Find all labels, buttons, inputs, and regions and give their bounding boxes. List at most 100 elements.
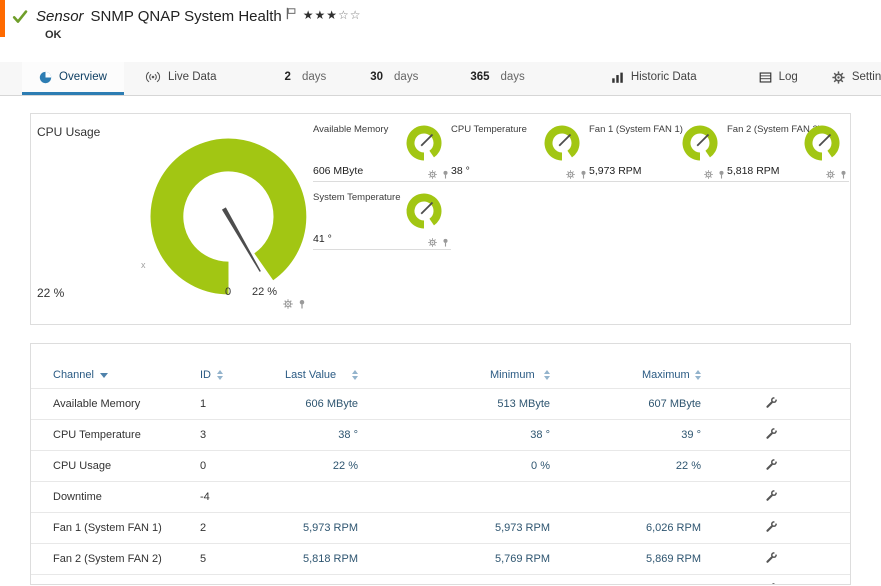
minimum-value bbox=[490, 481, 550, 513]
channels-panel: Channel ID Last Value Minimum Maximum Av… bbox=[30, 343, 851, 585]
channel-name[interactable]: Downtime bbox=[53, 481, 200, 513]
minimum-value: 41 ° bbox=[490, 574, 550, 584]
mini-gauge-title: CPU Temperature bbox=[451, 124, 527, 135]
bar-chart-icon bbox=[611, 71, 624, 84]
channel-settings-wrench-icon[interactable] bbox=[765, 458, 778, 471]
tab-historic-data-label: Historic Data bbox=[630, 71, 697, 83]
table-row: Fan 2 (System FAN 2) 5 5,818 RPM 5,769 R… bbox=[31, 543, 850, 575]
tab-overview[interactable]: Overview bbox=[22, 62, 124, 95]
mini-gauge-cpu-temperature: CPU Temperature 38 ° bbox=[451, 122, 589, 182]
column-header-maximum[interactable]: Maximum bbox=[642, 362, 701, 389]
column-header-channel[interactable]: Channel bbox=[53, 362, 200, 389]
gauge-settings-gear-icon[interactable] bbox=[428, 170, 437, 179]
overview-icon bbox=[39, 71, 52, 84]
stars-filled[interactable]: ★★★ bbox=[303, 8, 338, 22]
sort-toggle-icon bbox=[217, 370, 223, 380]
channel-name[interactable]: CPU Temperature bbox=[53, 419, 200, 451]
flag-icon bbox=[285, 7, 297, 20]
maximum-value: 6,026 RPM bbox=[642, 512, 701, 544]
spacer bbox=[31, 481, 53, 513]
tab-30-days[interactable]: 30 days bbox=[353, 62, 435, 95]
maximum-value: 39 ° bbox=[642, 419, 701, 451]
spacer bbox=[358, 574, 490, 584]
mini-gauge-controls bbox=[566, 170, 588, 179]
gauge-pin-icon[interactable] bbox=[441, 170, 450, 179]
priority-stars[interactable]: ★★★☆☆ bbox=[303, 8, 362, 22]
gauge-settings-gear-icon[interactable] bbox=[428, 238, 437, 247]
channel-settings-wrench-icon[interactable] bbox=[765, 396, 778, 409]
channel-name[interactable]: CPU Usage bbox=[53, 450, 200, 482]
column-header-last-value-label: Last Value bbox=[285, 369, 337, 381]
mini-gauge-controls bbox=[428, 238, 450, 247]
spacer bbox=[550, 362, 642, 389]
mini-gauge-value: 5,818 RPM bbox=[727, 165, 780, 177]
channel-settings-wrench-icon[interactable] bbox=[765, 489, 778, 502]
channel-id: 4 bbox=[200, 574, 285, 584]
spacer bbox=[358, 419, 490, 451]
channel-id: 0 bbox=[200, 450, 285, 482]
table-header-row: Channel ID Last Value Minimum Maximum bbox=[31, 362, 850, 389]
sort-toggle-icon bbox=[695, 370, 701, 380]
mini-gauge-system-temperature: System Temperature 41 ° bbox=[313, 190, 451, 250]
channel-name[interactable]: Available Memory bbox=[53, 388, 200, 420]
maximum-value bbox=[642, 481, 701, 513]
column-header-id[interactable]: ID bbox=[200, 362, 285, 389]
log-icon bbox=[759, 71, 772, 84]
tab-365-days[interactable]: 365 days bbox=[453, 62, 541, 95]
cpu-usage-gauge bbox=[150, 138, 307, 295]
table-row: System Temperature 4 41 ° 41 ° 41 ° bbox=[31, 574, 850, 585]
channel-name[interactable]: System Temperature bbox=[53, 574, 200, 584]
minimum-value: 38 ° bbox=[490, 419, 550, 451]
object-kind-label: Sensor bbox=[36, 8, 84, 25]
channel-id: 1 bbox=[200, 388, 285, 420]
column-header-last-value[interactable]: Last Value bbox=[285, 362, 358, 389]
mini-gauge-available-memory: Available Memory 606 MByte bbox=[313, 122, 451, 182]
table-row: Downtime -4 bbox=[31, 481, 850, 513]
channel-name[interactable]: Fan 1 (System FAN 1) bbox=[53, 512, 200, 544]
tab-30-days-unit: days bbox=[394, 71, 419, 83]
tab-2-days[interactable]: 2 days bbox=[268, 62, 344, 95]
column-header-minimum[interactable]: Minimum bbox=[490, 362, 550, 389]
channel-settings-wrench-icon[interactable] bbox=[765, 427, 778, 440]
minimum-value: 5,769 RPM bbox=[490, 543, 550, 575]
gauges-panel: CPU Usage x 22 % 0 22 % Available Memory… bbox=[30, 113, 851, 325]
channel-settings-wrench-icon[interactable] bbox=[765, 551, 778, 564]
column-header-channel-label: Channel bbox=[53, 369, 94, 381]
spacer bbox=[358, 388, 490, 420]
channel-settings-wrench-icon[interactable] bbox=[765, 520, 778, 533]
gauge-settings-gear-icon[interactable] bbox=[283, 299, 293, 309]
gauge-settings-gear-icon[interactable] bbox=[566, 170, 575, 179]
maximum-value: 607 MByte bbox=[642, 388, 701, 420]
gauge-pin-icon[interactable] bbox=[441, 238, 450, 247]
live-data-icon bbox=[145, 71, 161, 83]
gauge-pin-icon[interactable] bbox=[297, 299, 307, 309]
gauge-settings-gear-icon[interactable] bbox=[826, 170, 835, 179]
gauge-settings-gear-icon[interactable] bbox=[704, 170, 713, 179]
tab-live-data[interactable]: Live Data bbox=[128, 62, 234, 95]
channels-table: Channel ID Last Value Minimum Maximum Av… bbox=[31, 362, 850, 585]
gauge-pin-icon[interactable] bbox=[717, 170, 726, 179]
spacer bbox=[358, 512, 490, 544]
tab-settings[interactable]: Settings bbox=[815, 62, 881, 95]
main-gauge-title: CPU Usage bbox=[37, 125, 101, 139]
tab-settings-label: Settings bbox=[851, 71, 881, 83]
last-value: 41 ° bbox=[285, 574, 358, 584]
spacer bbox=[358, 543, 490, 575]
main-gauge-controls bbox=[283, 299, 307, 309]
cpu-usage-current-value: 22 % bbox=[37, 286, 65, 300]
gauge-pin-icon[interactable] bbox=[579, 170, 588, 179]
mini-gauge-dial bbox=[406, 125, 442, 161]
channel-settings-wrench-icon[interactable] bbox=[765, 582, 778, 585]
stars-empty[interactable]: ☆☆ bbox=[338, 8, 362, 22]
tab-log[interactable]: Log bbox=[742, 62, 815, 95]
table-row: Available Memory 1 606 MByte 513 MByte 6… bbox=[31, 388, 850, 420]
mini-gauge-controls bbox=[428, 170, 450, 179]
minimum-value: 513 MByte bbox=[490, 388, 550, 420]
gauge-pin-icon[interactable] bbox=[839, 170, 848, 179]
spacer bbox=[550, 450, 642, 482]
channel-name[interactable]: Fan 2 (System FAN 2) bbox=[53, 543, 200, 575]
tab-historic-data[interactable]: Historic Data bbox=[594, 62, 714, 95]
last-value: 38 ° bbox=[285, 419, 358, 451]
spacer bbox=[31, 450, 53, 482]
spacer bbox=[31, 543, 53, 575]
